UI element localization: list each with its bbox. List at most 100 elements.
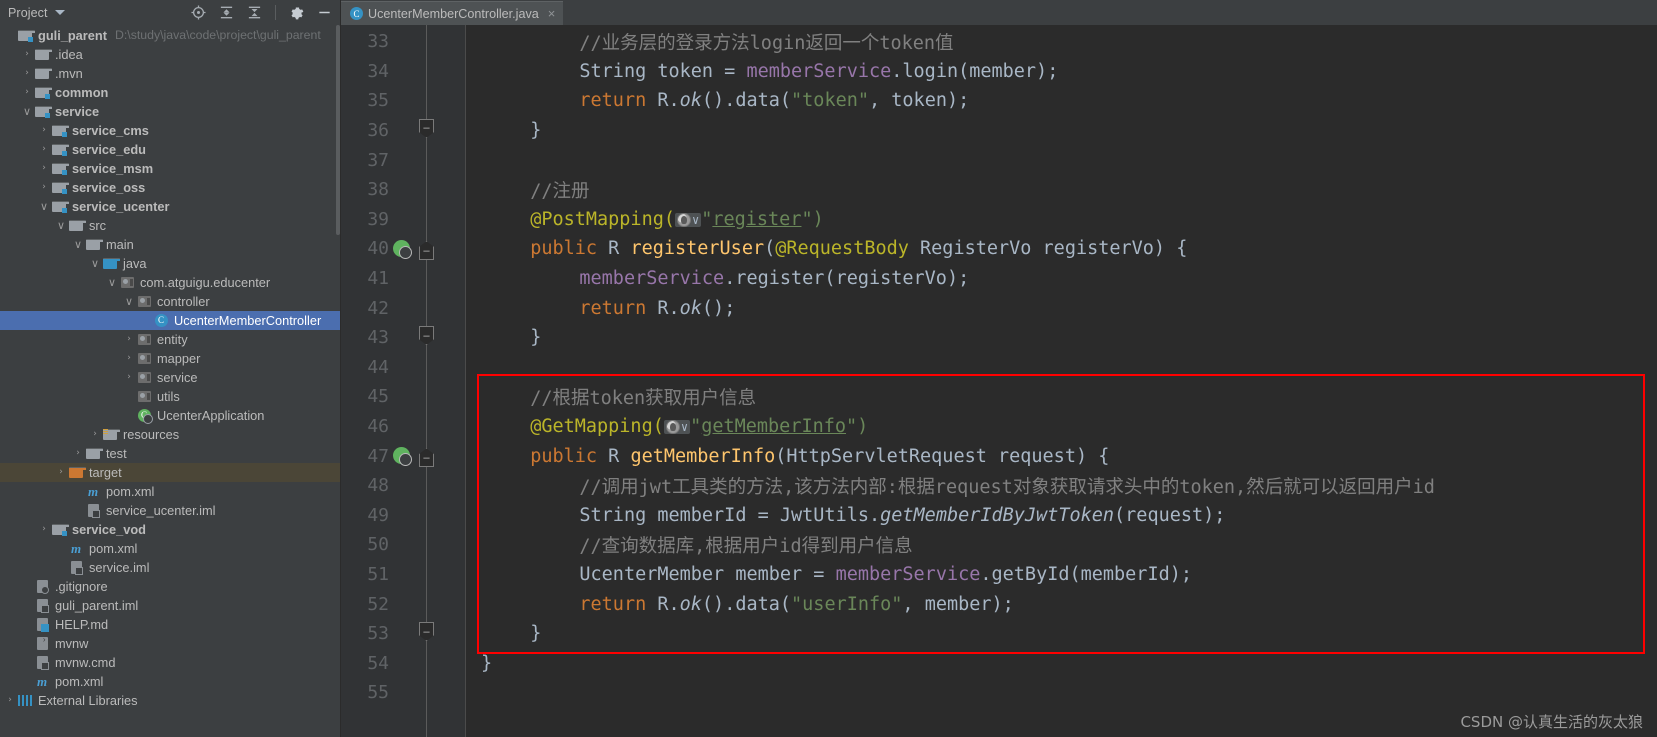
chevron-right-icon[interactable]: › bbox=[123, 349, 135, 368]
code-fold-toggle[interactable]: − bbox=[419, 622, 434, 641]
tree-item-service-ucenter[interactable]: ∨ service_ucenter bbox=[0, 197, 340, 216]
code-area[interactable]: 33 //业务层的登录方法login返回一个token值 34 String toke… bbox=[341, 25, 1657, 737]
chevron-right-icon[interactable]: › bbox=[89, 425, 101, 444]
chevron-right-icon[interactable]: › bbox=[21, 83, 33, 102]
chevron-right-icon[interactable]: › bbox=[123, 406, 135, 425]
chevron-right-icon[interactable]: › bbox=[123, 330, 135, 349]
tree-item-src[interactable]: ∨ src bbox=[0, 216, 340, 235]
tree-item-java[interactable]: ∨ java bbox=[0, 254, 340, 273]
chevron-right-icon[interactable]: › bbox=[4, 26, 16, 45]
chevron-right-icon[interactable]: › bbox=[21, 634, 33, 653]
tree-item-service[interactable]: › service bbox=[0, 368, 340, 387]
chevron-right-icon[interactable]: › bbox=[21, 615, 33, 634]
tree-item--gitignore[interactable]: › .gitignore bbox=[0, 577, 340, 596]
tree-item-target[interactable]: › target bbox=[0, 463, 340, 482]
tree-item--idea[interactable]: › .idea bbox=[0, 45, 340, 64]
web-reference-icon[interactable]: ∨ bbox=[663, 420, 691, 435]
chevron-right-icon[interactable]: › bbox=[72, 444, 84, 463]
chevron-down-icon[interactable]: ∨ bbox=[106, 273, 118, 292]
tree-item-utils[interactable]: › utils bbox=[0, 387, 340, 406]
chevron-right-icon[interactable]: › bbox=[38, 159, 50, 178]
project-tree[interactable]: › guli_parent D:\study\java\code\project\g… bbox=[0, 25, 340, 737]
chevron-right-icon[interactable]: › bbox=[38, 520, 50, 539]
code-fold-toggle[interactable]: − bbox=[419, 118, 434, 138]
chevron-down-icon[interactable]: ∨ bbox=[55, 216, 67, 235]
code-fold-toggle[interactable]: − bbox=[419, 241, 434, 261]
tree-item-service[interactable]: ∨ service bbox=[0, 102, 340, 121]
tree-item-service-edu[interactable]: › service_edu bbox=[0, 140, 340, 159]
code-line-49: 49 String memberId = JwtUtils.getMemberId… bbox=[341, 501, 1657, 531]
tree-item-entity[interactable]: › entity bbox=[0, 330, 340, 349]
close-icon[interactable]: × bbox=[548, 6, 556, 21]
collapse-all-icon[interactable] bbox=[247, 5, 262, 20]
chevron-right-icon[interactable]: › bbox=[21, 596, 33, 615]
tree-item-mapper[interactable]: › mapper bbox=[0, 349, 340, 368]
sidebar-scrollbar[interactable] bbox=[336, 25, 340, 235]
run-gutter-icon[interactable] bbox=[393, 240, 412, 260]
chevron-right-icon[interactable]: › bbox=[21, 577, 33, 596]
web-reference-icon[interactable]: ∨ bbox=[674, 212, 702, 227]
tree-item-com-atguigu-educenter[interactable]: ∨ com.atguigu.educenter bbox=[0, 273, 340, 292]
code-fold-toggle[interactable]: − bbox=[419, 326, 434, 345]
chevron-right-icon[interactable]: › bbox=[123, 368, 135, 387]
tree-item-service-ucenter-iml[interactable]: › service_ucenter.iml bbox=[0, 501, 340, 520]
chevron-down-icon[interactable] bbox=[54, 10, 65, 15]
tree-item-service-iml[interactable]: › service.iml bbox=[0, 558, 340, 577]
runclass-icon: C bbox=[135, 409, 153, 424]
tree-item-ucentermembercontroller[interactable]: ›C UcenterMemberController bbox=[0, 311, 340, 330]
tree-item-mvnw[interactable]: › mvnw bbox=[0, 630, 340, 653]
code-fold-toggle[interactable]: − bbox=[419, 448, 434, 468]
tree-item--mvn[interactable]: › .mvn bbox=[0, 64, 340, 83]
minimize-icon[interactable] bbox=[317, 5, 332, 20]
chevron-down-icon[interactable]: ∨ bbox=[72, 235, 84, 254]
chevron-right-icon[interactable]: › bbox=[4, 691, 16, 710]
tree-item-guli-parent[interactable]: › guli_parent D:\study\java\code\project\g… bbox=[0, 26, 340, 45]
tree-item-main[interactable]: ∨ main bbox=[0, 235, 340, 254]
editor-tab-ucentermembercontroller[interactable]: C UcenterMemberController.java × bbox=[341, 1, 564, 25]
chevron-down-icon[interactable]: ∨ bbox=[123, 292, 135, 311]
tree-item-service-vod[interactable]: › service_vod bbox=[0, 520, 340, 539]
tree-item-controller[interactable]: ∨ controller bbox=[0, 292, 340, 311]
project-tool-title[interactable]: Project bbox=[4, 6, 48, 20]
chevron-right-icon[interactable]: › bbox=[72, 501, 84, 520]
code-text: String memberId = JwtUtils.getMemberIdBy… bbox=[481, 505, 1225, 526]
chevron-right-icon[interactable]: › bbox=[21, 64, 33, 83]
tree-item-pom-xml[interactable]: ›m pom.xml bbox=[0, 539, 340, 558]
chevron-right-icon[interactable]: › bbox=[38, 121, 50, 140]
tree-item-pom-xml[interactable]: ›m pom.xml bbox=[0, 672, 340, 691]
tree-item-mvnw-cmd[interactable]: › mvnw.cmd bbox=[0, 653, 340, 672]
chevron-right-icon[interactable]: › bbox=[21, 672, 33, 691]
tree-item-help-md[interactable]: › HELP.md bbox=[0, 615, 340, 634]
run-gutter-icon[interactable] bbox=[393, 447, 412, 467]
code-text: String token = memberService.login(membe… bbox=[481, 61, 1058, 82]
chevron-down-icon[interactable]: ∨ bbox=[38, 197, 50, 216]
tree-item-guli-parent-iml[interactable]: › guli_parent.iml bbox=[0, 596, 340, 615]
code-text: memberService.register(registerVo); bbox=[481, 268, 969, 289]
code-line-37: 37 bbox=[341, 145, 1657, 175]
chevron-right-icon[interactable]: › bbox=[21, 45, 33, 64]
tree-item-common[interactable]: › common bbox=[0, 83, 340, 102]
chevron-right-icon[interactable]: › bbox=[55, 558, 67, 577]
gear-icon[interactable] bbox=[289, 5, 304, 20]
locate-icon[interactable] bbox=[191, 5, 206, 20]
chevron-down-icon[interactable]: ∨ bbox=[21, 102, 33, 121]
tree-item-service-cms[interactable]: › service_cms bbox=[0, 121, 340, 140]
chevron-right-icon[interactable]: › bbox=[140, 311, 152, 330]
chevron-right-icon[interactable]: › bbox=[38, 140, 50, 159]
chevron-right-icon[interactable]: › bbox=[55, 539, 67, 558]
tree-item-external-libraries[interactable]: › External Libraries bbox=[0, 691, 340, 710]
chevron-down-icon[interactable]: ∨ bbox=[89, 254, 101, 273]
tree-item-pom-xml[interactable]: ›m pom.xml bbox=[0, 482, 340, 501]
tree-item-resources[interactable]: › resources bbox=[0, 425, 340, 444]
chevron-right-icon[interactable]: › bbox=[123, 387, 135, 406]
code-token: R bbox=[597, 238, 631, 260]
tree-item-ucenterapplication[interactable]: ›C UcenterApplication bbox=[0, 406, 340, 425]
tree-item-service-msm[interactable]: › service_msm bbox=[0, 159, 340, 178]
chevron-right-icon[interactable]: › bbox=[55, 463, 67, 482]
tree-item-service-oss[interactable]: › service_oss bbox=[0, 178, 340, 197]
tree-item-test[interactable]: › test bbox=[0, 444, 340, 463]
chevron-right-icon[interactable]: › bbox=[38, 178, 50, 197]
chevron-right-icon[interactable]: › bbox=[21, 653, 33, 672]
expand-all-icon[interactable] bbox=[219, 5, 234, 20]
chevron-right-icon[interactable]: › bbox=[72, 482, 84, 501]
